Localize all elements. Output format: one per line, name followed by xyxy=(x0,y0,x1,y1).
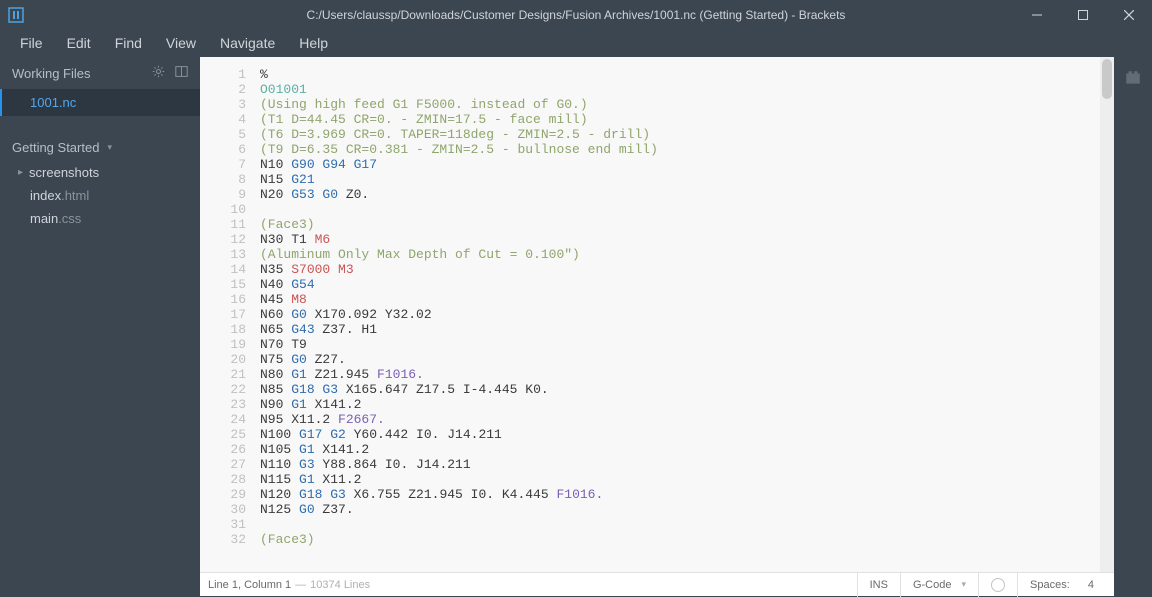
editor[interactable]: 1234567891011121314151617181920212223242… xyxy=(200,57,1114,572)
sidebar: Working Files 1001.nc Getting Started sc… xyxy=(0,57,200,572)
folder-item[interactable]: screenshots xyxy=(0,161,200,184)
working-file[interactable]: 1001.nc xyxy=(0,89,200,116)
close-icon xyxy=(1124,10,1134,20)
extensions-icon[interactable] xyxy=(1124,69,1142,90)
menu-file[interactable]: File xyxy=(8,31,55,55)
status-bar: Line 1, Column 1 — 10374 Lines INS G-Cod… xyxy=(200,572,1114,596)
right-toolbar xyxy=(1114,57,1152,572)
menu-edit[interactable]: Edit xyxy=(55,31,103,55)
working-files-header: Working Files xyxy=(0,57,200,89)
file-item[interactable]: index.html xyxy=(0,184,200,207)
gutter: 1234567891011121314151617181920212223242… xyxy=(200,57,256,572)
maximize-button[interactable] xyxy=(1060,0,1106,29)
language-mode[interactable]: G-Code xyxy=(900,573,978,597)
circle-icon xyxy=(991,578,1005,592)
gear-icon[interactable] xyxy=(152,65,165,81)
menu-view[interactable]: View xyxy=(154,31,208,55)
title-bar: C:/Users/claussp/Downloads/Customer Desi… xyxy=(0,0,1152,29)
minimize-button[interactable] xyxy=(1014,0,1060,29)
menu-help[interactable]: Help xyxy=(287,31,340,55)
window-controls xyxy=(1014,0,1152,29)
insert-mode[interactable]: INS xyxy=(857,573,900,597)
working-files-label: Working Files xyxy=(12,66,91,81)
app-icon xyxy=(8,7,24,23)
scrollbar-thumb[interactable] xyxy=(1102,59,1112,99)
file-item[interactable]: main.css xyxy=(0,207,200,230)
code-area[interactable]: %O01001(Using high feed G1 F5000. instea… xyxy=(256,57,1100,572)
lint-status[interactable] xyxy=(978,573,1017,597)
maximize-icon xyxy=(1078,10,1088,20)
menu-navigate[interactable]: Navigate xyxy=(208,31,287,55)
menu-bar: File Edit Find View Navigate Help xyxy=(0,29,1152,57)
project-header[interactable]: Getting Started xyxy=(0,130,200,161)
line-count: 10374 Lines xyxy=(310,579,370,591)
scrollbar-track[interactable] xyxy=(1100,57,1114,572)
cursor-position[interactable]: Line 1, Column 1 xyxy=(208,579,291,591)
close-button[interactable] xyxy=(1106,0,1152,29)
indent-setting[interactable]: Spaces: 4 xyxy=(1017,573,1106,597)
minimize-icon xyxy=(1032,10,1042,20)
window-title: C:/Users/claussp/Downloads/Customer Desi… xyxy=(0,8,1152,22)
menu-find[interactable]: Find xyxy=(103,31,154,55)
split-view-icon[interactable] xyxy=(175,65,188,81)
